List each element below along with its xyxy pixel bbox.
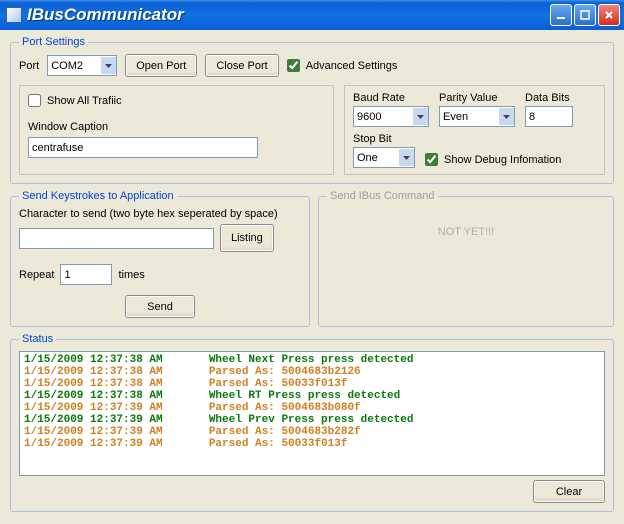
send-keystrokes-group: Send Keystrokes to Application Character… <box>10 190 310 327</box>
not-yet-text: NOT YET!!! <box>327 208 605 256</box>
send-button[interactable]: Send <box>125 295 195 318</box>
advanced-settings-checkbox[interactable] <box>287 59 300 72</box>
send-keystrokes-legend: Send Keystrokes to Application <box>19 190 177 202</box>
close-icon <box>604 10 614 20</box>
stop-bit-label: Stop Bit <box>353 133 415 145</box>
show-debug-toggle[interactable]: Show Debug Infomation <box>425 153 561 166</box>
parity-select[interactable]: Even <box>439 106 515 127</box>
advanced-settings-toggle[interactable]: Advanced Settings <box>287 59 398 72</box>
times-label: times <box>118 269 144 281</box>
baud-rate-select[interactable]: 9600 <box>353 106 429 127</box>
baud-rate-label: Baud Rate <box>353 92 429 104</box>
window-title: IBusCommunicator <box>27 5 548 25</box>
advanced-settings-label: Advanced Settings <box>306 60 398 72</box>
char-to-send-label: Character to send (two byte hex seperate… <box>19 208 301 220</box>
data-bits-label: Data Bits <box>525 92 573 104</box>
close-port-button[interactable]: Close Port <box>205 54 278 77</box>
status-legend: Status <box>19 333 56 345</box>
listing-button[interactable]: Listing <box>220 224 274 252</box>
stop-bit-select[interactable]: One <box>353 147 415 168</box>
maximize-button[interactable] <box>574 4 596 26</box>
char-to-send-input[interactable] <box>19 228 214 249</box>
port-label: Port <box>19 60 39 72</box>
clear-button[interactable]: Clear <box>533 480 605 503</box>
show-debug-checkbox[interactable] <box>425 153 438 166</box>
parity-label: Parity Value <box>439 92 515 104</box>
port-settings-legend: Port Settings <box>19 36 88 48</box>
window-caption-label: Window Caption <box>28 121 325 133</box>
titlebar: IBusCommunicator <box>0 0 624 30</box>
repeat-label: Repeat <box>19 269 54 281</box>
port-settings-group: Port Settings Port COM2 Open Port Close … <box>10 36 614 184</box>
show-all-traffic-checkbox[interactable] <box>28 94 41 107</box>
maximize-icon <box>580 10 590 20</box>
window-caption-input[interactable] <box>28 137 258 158</box>
port-select[interactable]: COM2 <box>47 55 117 76</box>
open-port-button[interactable]: Open Port <box>125 54 197 77</box>
close-button[interactable] <box>598 4 620 26</box>
minimize-icon <box>556 10 566 20</box>
app-icon <box>6 7 22 23</box>
send-ibus-command-group: Send IBus Command NOT YET!!! <box>318 190 614 327</box>
data-bits-input[interactable] <box>525 106 573 127</box>
status-log[interactable]: 1/15/2009 12:37:38 AM Wheel Next Press p… <box>19 351 605 476</box>
send-ibus-command-legend: Send IBus Command <box>327 190 438 202</box>
show-debug-label: Show Debug Infomation <box>444 154 561 166</box>
minimize-button[interactable] <box>550 4 572 26</box>
repeat-input[interactable] <box>60 264 112 285</box>
show-all-traffic-label: Show All Trafiic <box>47 95 122 107</box>
show-all-traffic-toggle[interactable]: Show All Trafiic <box>28 94 325 107</box>
status-group: Status 1/15/2009 12:37:38 AM Wheel Next … <box>10 333 614 512</box>
